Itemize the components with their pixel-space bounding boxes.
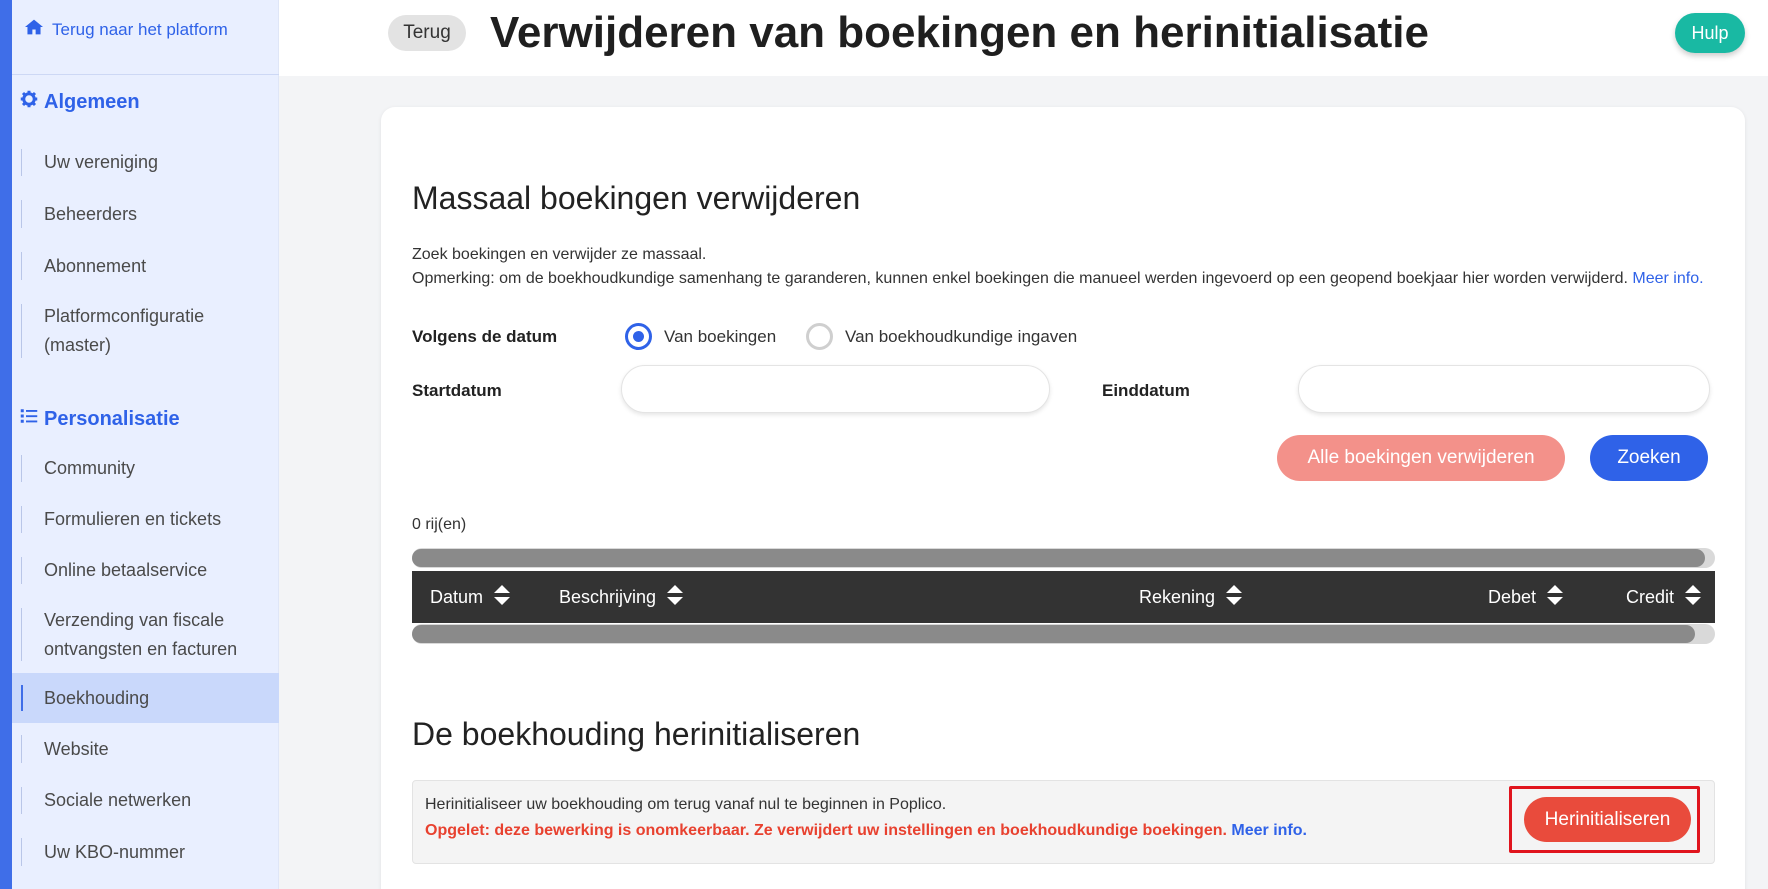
section-title: Algemeen — [44, 90, 140, 113]
column-label: Credit — [1626, 586, 1675, 607]
sidebar-item-label: Community — [44, 458, 136, 478]
section-title: Personalisatie — [44, 407, 180, 430]
sidebar-item-label: Verzending van fiscale ontvangsten en fa… — [44, 609, 238, 659]
note-text: Opmerking: om de boekhoudkundige samenha… — [412, 270, 1628, 287]
back-button[interactable]: Terug — [388, 15, 466, 51]
sidebar-item-beheerders[interactable]: Beheerders — [12, 188, 279, 240]
search-button[interactable]: Zoeken — [1590, 435, 1708, 481]
back-to-platform-label: Terug naar het platform — [52, 19, 228, 39]
sidebar-item-label: Platformconfiguratie (master) — [44, 306, 205, 355]
scrollbar-thumb[interactable] — [412, 549, 1705, 567]
table-header: Datum Beschrijving Rekening Debet Credit — [412, 571, 1715, 623]
sidebar-item-label: Boekhouding — [44, 687, 150, 708]
warning-text: Opgelet: deze bewerking is onomkeerbaar.… — [425, 822, 1227, 839]
sidebar-item-verzending[interactable]: Verzending van fiscale ontvangsten en fa… — [12, 596, 262, 673]
sidebar-item-kbo-nummer[interactable]: Uw KBO-nummer — [12, 826, 279, 878]
delete-all-button[interactable]: Alle boekingen verwijderen — [1277, 435, 1565, 481]
reinit-description: Herinitialiseer uw boekhouding om terug … — [425, 796, 947, 813]
more-info-link[interactable]: Meer info. — [1632, 270, 1703, 287]
sidebar-item-label: Uw KBO-nummer — [44, 841, 186, 862]
sort-icon — [666, 584, 684, 611]
content-card — [381, 107, 1745, 889]
sidebar-accent-bar — [0, 0, 12, 889]
radio-label: Van boekhoudkundige ingaven — [845, 326, 1078, 346]
sidebar-item-label: Uw vereniging — [44, 152, 159, 172]
end-date-input[interactable] — [1298, 365, 1710, 413]
sidebar-item-label: Sociale netwerken — [44, 790, 192, 810]
sidebar-item-community[interactable]: Community — [12, 443, 279, 494]
help-button[interactable]: Hulp — [1675, 13, 1745, 53]
end-date-label: Einddatum — [1102, 381, 1190, 400]
sidebar-item-formulieren[interactable]: Formulieren en tickets — [12, 494, 279, 545]
sidebar-item-online-betaalservice[interactable]: Online betaalservice — [12, 545, 279, 596]
back-to-platform-link[interactable]: Terug naar het platform — [24, 18, 228, 41]
column-label: Debet — [1488, 586, 1537, 607]
scrollbar-thumb[interactable] — [412, 625, 1695, 643]
sidebar-item-boekhouding[interactable]: Boekhouding — [12, 673, 279, 723]
sidebar-item-label: Website — [44, 738, 109, 759]
sidebar-item-website[interactable]: Website — [12, 723, 279, 775]
column-label: Beschrijving — [559, 586, 657, 607]
sidebar-item-label: Beheerders — [44, 203, 138, 224]
reinit-title: De boekhouding herinitialiseren — [412, 716, 861, 752]
home-icon — [24, 18, 44, 41]
radio-label: Van boekingen — [664, 326, 777, 346]
sidebar: Terug naar het platform Algemeen Uw vere… — [0, 0, 279, 889]
sidebar-item-label: Formulieren en tickets — [44, 509, 222, 529]
mass-delete-note: Opmerking: om de boekhoudkundige samenha… — [412, 270, 1704, 288]
reinit-button[interactable]: Herinitialiseren — [1524, 797, 1691, 842]
sidebar-item-sociale-netwerken[interactable]: Sociale netwerken — [12, 775, 279, 826]
column-header-beschrijving[interactable]: Beschrijving — [559, 571, 684, 623]
date-mode-label: Volgens de datum — [412, 327, 558, 346]
column-header-debet[interactable]: Debet — [1488, 571, 1564, 623]
column-header-credit[interactable]: Credit — [1626, 571, 1702, 623]
radio-unchecked-icon[interactable] — [806, 323, 833, 350]
section-header-personalisatie: Personalisatie — [20, 407, 180, 431]
table-scrollbar-top[interactable] — [412, 548, 1715, 568]
radio-checked-icon[interactable] — [625, 323, 652, 350]
row-count: 0 rij(en) — [412, 516, 467, 533]
column-label: Rekening — [1139, 586, 1216, 607]
sidebar-item-label: Abonnement — [44, 255, 147, 276]
sidebar-item-abonnement[interactable]: Abonnement — [12, 240, 279, 292]
reinit-warning: Opgelet: deze bewerking is onomkeerbaar.… — [425, 822, 1307, 840]
column-label: Datum — [430, 586, 484, 607]
start-date-label: Startdatum — [412, 381, 502, 400]
sidebar-divider — [12, 74, 279, 75]
radio-van-boekingen[interactable]: Van boekingen — [625, 323, 776, 350]
mass-delete-description: Zoek boekingen en verwijder ze massaal. — [412, 246, 707, 263]
start-date-input[interactable] — [621, 365, 1050, 413]
sidebar-item-label: Online betaalservice — [44, 560, 208, 580]
table-scrollbar-bottom[interactable] — [412, 624, 1715, 644]
reinit-more-info-link[interactable]: Meer info. — [1231, 822, 1307, 839]
sort-icon — [1225, 584, 1243, 611]
list-icon — [20, 407, 38, 431]
column-header-datum[interactable]: Datum — [430, 571, 511, 623]
mass-delete-title: Massaal boekingen verwijderen — [412, 180, 861, 216]
sidebar-item-platformconfiguratie[interactable]: Platformconfiguratie (master) — [12, 292, 252, 370]
gear-icon — [20, 90, 38, 114]
page-title: Verwijderen van boekingen en herinitiali… — [490, 8, 1429, 57]
sort-icon — [1546, 584, 1564, 611]
sort-icon — [493, 584, 511, 611]
sort-icon — [1684, 584, 1702, 611]
nav-list-personalisatie: Community Formulieren en tickets Online … — [12, 443, 279, 878]
nav-list-algemeen: Uw vereniging Beheerders Abonnement Plat… — [12, 137, 279, 370]
radio-van-boekhoudkundige-ingaven[interactable]: Van boekhoudkundige ingaven — [806, 323, 1077, 350]
section-header-algemeen: Algemeen — [20, 90, 140, 114]
column-header-rekening[interactable]: Rekening — [1139, 571, 1243, 623]
sidebar-item-uw-vereniging[interactable]: Uw vereniging — [12, 137, 279, 188]
